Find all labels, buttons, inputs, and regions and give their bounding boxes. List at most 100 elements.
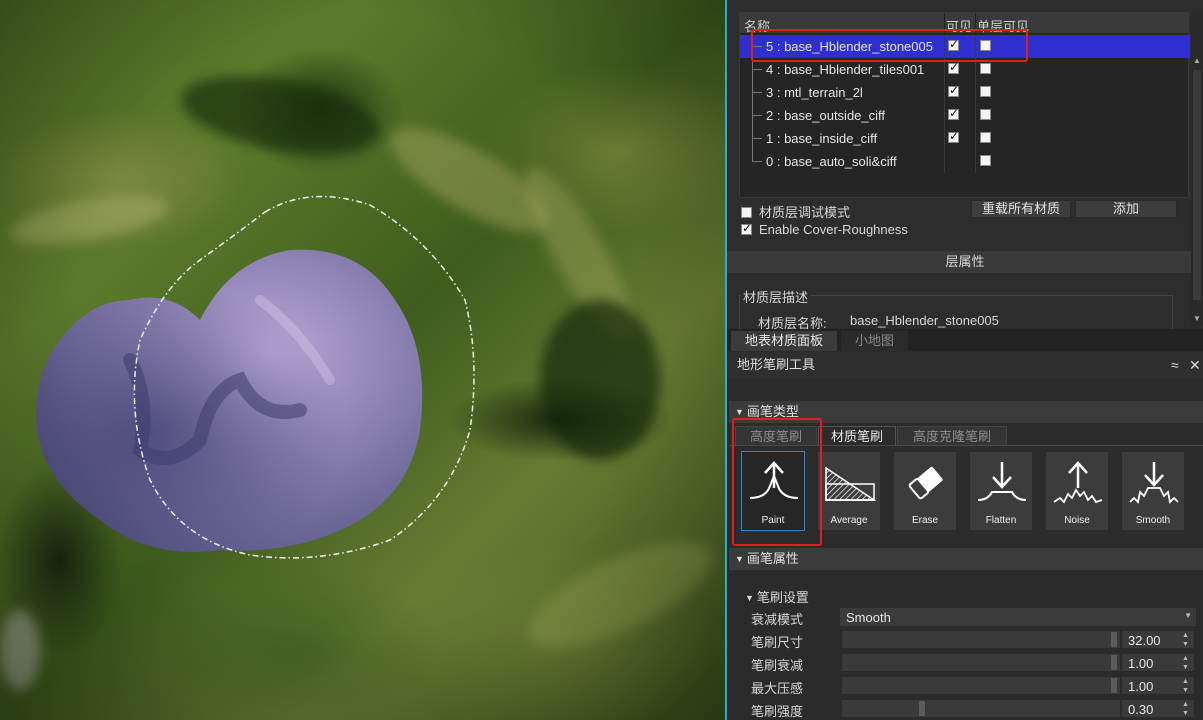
tree-branch [752, 115, 762, 116]
brush-properties-title: 画笔属性 [746, 551, 799, 566]
slider-value: 0.30 [1128, 702, 1154, 717]
brush-type-group[interactable]: ▼ 画笔类型 [729, 401, 1203, 423]
collapse-triangle-icon: ▼ [735, 407, 744, 417]
falloff-mode-label: 衰减模式 [751, 612, 804, 627]
value-spinbox[interactable]: 1.00 ▲ ▼ [1121, 653, 1195, 672]
slider-label: 笔刷强度 [751, 704, 804, 719]
spin-arrows-icon[interactable]: ▲ ▼ [1182, 631, 1192, 649]
smooth-icon [1129, 462, 1179, 504]
spin-arrows-icon[interactable]: ▲ ▼ [1182, 677, 1192, 695]
brush-settings-subgroup[interactable]: ▼ 笔刷设置 [727, 583, 1203, 606]
layer-row[interactable]: 5 : base_Hblender_stone005 [740, 35, 1190, 58]
layer-row[interactable]: 3 : mtl_terrain_2l [740, 81, 1190, 104]
collapse-triangle-icon: ▼ [735, 554, 744, 564]
flatten-brush-button[interactable]: Flatten [969, 451, 1033, 531]
smooth-brush-button[interactable]: Smooth [1121, 451, 1185, 531]
brush-cursor-circle [133, 195, 475, 559]
spin-arrows-icon[interactable]: ▲ ▼ [1182, 700, 1192, 718]
brush-slider[interactable] [841, 630, 1121, 649]
tree-branch [752, 46, 762, 47]
right-panel: 名称 可见 单层可见 5 : base_Hblender_stone005 4 :… [725, 0, 1203, 720]
tab-material-brush[interactable]: 材质笔刷 [818, 426, 896, 446]
layer-visible-checkbox[interactable] [948, 129, 959, 143]
noise-brush-button[interactable]: Noise [1045, 451, 1109, 531]
layer-list-header: 名称 可见 单层可见 [740, 13, 1188, 34]
slider-handle[interactable] [1111, 678, 1117, 693]
paint-brush-button[interactable]: Paint [741, 451, 805, 531]
debug-mode-label: 材质层调试模式 [759, 205, 851, 220]
layer-row[interactable]: 2 : base_outside_ciff [740, 104, 1190, 127]
reload-materials-button[interactable]: 重载所有材质 [971, 200, 1071, 218]
layer-visible-checkbox[interactable] [948, 37, 959, 51]
layer-row[interactable]: 4 : base_Hblender_tiles001 [740, 58, 1190, 81]
close-icon[interactable]: ✕ [1189, 352, 1201, 378]
brush-settings-title: 笔刷设置 [756, 590, 809, 605]
tab-height-brush[interactable]: 高度笔刷 [735, 426, 817, 446]
cover-roughness-checkbox[interactable] [741, 221, 752, 235]
erase-brush-button[interactable]: Erase [893, 451, 957, 531]
layer-single-visible-checkbox[interactable] [980, 63, 991, 74]
layer-name: 0 : base_auto_soli&ciff [766, 154, 897, 169]
terrain-viewport[interactable] [0, 0, 725, 720]
value-spinbox[interactable]: 0.30 ▲ ▼ [1121, 699, 1195, 718]
brush-slider[interactable] [841, 699, 1121, 718]
add-button[interactable]: 添加 [1075, 200, 1177, 218]
falloff-mode-row: 衰减模式 Smooth ▼ [727, 605, 1203, 628]
slider-value: 1.00 [1128, 656, 1154, 671]
header-single-visible: 单层可见 [977, 19, 1030, 34]
slider-label: 最大压感 [751, 681, 804, 696]
debug-mode-checkbox[interactable] [741, 207, 752, 218]
falloff-mode-value: Smooth [846, 610, 891, 625]
brush-properties-group[interactable]: ▼ 画笔属性 [729, 548, 1203, 570]
brush-slider-row: 笔刷尺寸 32.00 ▲ ▼ [727, 628, 1203, 651]
terrain-brush-tool-header: 地形笔刷工具 ≈ ✕ [727, 352, 1203, 378]
paint-icon [749, 461, 799, 499]
falloff-mode-dropdown[interactable]: Smooth ▼ [839, 607, 1197, 627]
debug-mode-option[interactable]: 材质层调试模式 [741, 202, 850, 221]
tab-height-clone-brush[interactable]: 高度克隆笔刷 [897, 426, 1007, 446]
tree-branch [752, 161, 762, 162]
layer-name: 3 : mtl_terrain_2l [766, 85, 863, 100]
layer-visible-checkbox[interactable] [948, 83, 959, 97]
material-layer-list[interactable]: 名称 可见 单层可见 5 : base_Hblender_stone005 4 :… [739, 12, 1190, 198]
slider-handle[interactable] [1111, 632, 1117, 647]
tab-minimap[interactable]: 小地图 [841, 331, 909, 351]
average-brush-button[interactable]: Average [817, 451, 881, 531]
material-layer-panel: 名称 可见 单层可见 5 : base_Hblender_stone005 4 :… [727, 0, 1203, 331]
slider-handle[interactable] [919, 701, 925, 716]
tab-surface-material[interactable]: 地表材质面板 [731, 331, 838, 351]
pin-icon[interactable]: ≈ [1171, 352, 1179, 378]
average-icon [825, 466, 876, 501]
noise-icon [1053, 461, 1103, 504]
header-visible: 可见 [946, 19, 973, 34]
tree-branch [752, 92, 762, 93]
layer-row[interactable]: 0 : base_auto_soli&ciff [740, 150, 1190, 173]
cover-roughness-option[interactable]: Enable Cover-Roughness [741, 221, 908, 237]
layer-single-visible-checkbox[interactable] [980, 109, 991, 120]
layer-visible-checkbox[interactable] [948, 106, 959, 120]
dock-tab-bar: 地表材质面板 小地图 [727, 329, 1203, 351]
layer-single-visible-checkbox[interactable] [980, 40, 991, 51]
brush-label: Erase [911, 515, 939, 526]
value-spinbox[interactable]: 1.00 ▲ ▼ [1121, 676, 1195, 695]
brush-slider[interactable] [841, 676, 1121, 695]
slider-label: 笔刷尺寸 [751, 635, 804, 650]
value-spinbox[interactable]: 32.00 ▲ ▼ [1121, 630, 1195, 649]
slider-value: 1.00 [1128, 679, 1154, 694]
brush-button-strip: Paint Average Erase Flatten Noise Smooth [729, 445, 1203, 541]
layer-panel-scrollbar[interactable]: ▲ ▼ [1191, 12, 1203, 326]
layer-name: 2 : base_outside_ciff [766, 108, 886, 123]
slider-handle[interactable] [1111, 655, 1117, 670]
brush-slider[interactable] [841, 653, 1121, 672]
layer-row[interactable]: 1 : base_inside_ciff [740, 127, 1190, 150]
layer-single-visible-checkbox[interactable] [980, 155, 991, 166]
spin-arrows-icon[interactable]: ▲ ▼ [1182, 654, 1192, 672]
layer-single-visible-checkbox[interactable] [980, 132, 991, 143]
brush-label: Average [830, 515, 868, 526]
layer-single-visible-checkbox[interactable] [980, 86, 991, 97]
erase-icon [908, 466, 943, 500]
brush-slider-row: 笔刷强度 0.30 ▲ ▼ [727, 697, 1203, 720]
slider-value: 32.00 [1128, 633, 1161, 648]
layer-properties-section[interactable]: 层属性 [727, 251, 1203, 273]
layer-visible-checkbox[interactable] [948, 60, 959, 74]
